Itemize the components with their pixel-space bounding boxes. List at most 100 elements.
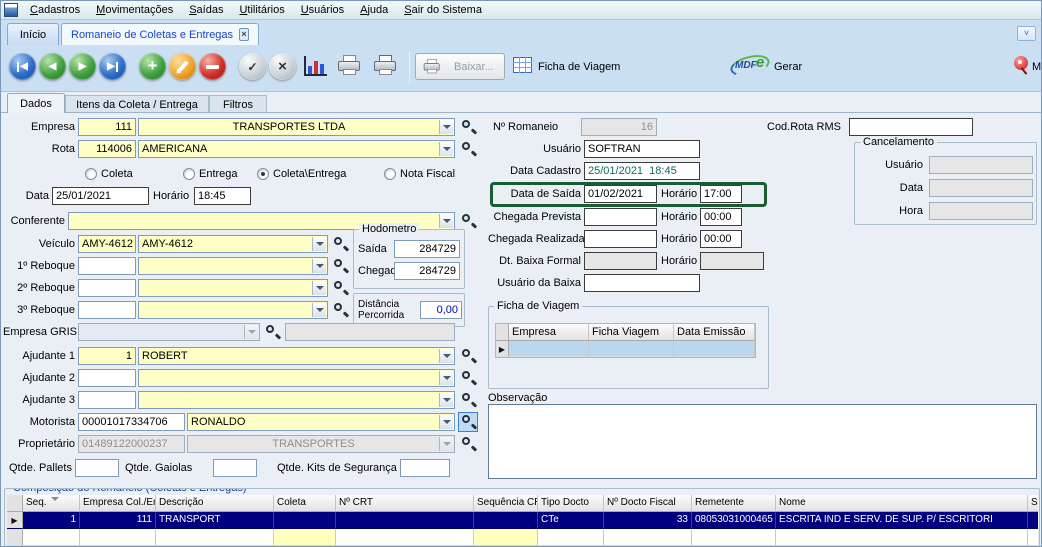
- hodometro-saida-field[interactable]: 284729: [394, 240, 460, 258]
- chevron-down-icon[interactable]: [439, 349, 453, 363]
- ajudante3-code-field[interactable]: [78, 391, 136, 409]
- chevron-down-icon[interactable]: [439, 393, 453, 407]
- reboque2-combo[interactable]: [138, 279, 328, 297]
- gerar-label[interactable]: Gerar: [774, 61, 802, 74]
- reboque1-code-field[interactable]: [78, 257, 136, 275]
- chevron-down-icon[interactable]: [439, 371, 453, 385]
- table-row-partial[interactable]: [7, 529, 1038, 546]
- menu-usuarios[interactable]: Usuários: [293, 2, 352, 18]
- table-row[interactable]: ▶ 1 111 TRANSPORT CTe 33 08053031000465 …: [7, 512, 1038, 529]
- print-preview-button[interactable]: [373, 55, 398, 76]
- motorista-combo[interactable]: RONALDO: [187, 413, 455, 431]
- header-serie[interactable]: Sé: [1028, 495, 1038, 512]
- header-coleta[interactable]: Coleta: [274, 495, 336, 512]
- chegada-prevista-horario-field[interactable]: 00:00: [700, 208, 742, 226]
- header-empresa[interactable]: Empresa Col./Ent.: [80, 495, 156, 512]
- header-nome[interactable]: Nome: [776, 495, 1028, 512]
- chevron-down-icon[interactable]: [312, 259, 326, 273]
- ficha-header-ficha[interactable]: Ficha Viagem: [589, 324, 674, 341]
- menu-sair[interactable]: Sair do Sistema: [396, 2, 490, 18]
- qtde-gaiolas-field[interactable]: [213, 459, 257, 477]
- nav-first-button[interactable]: ◀: [9, 53, 36, 80]
- subtab-itens[interactable]: Itens da Coleta / Entrega: [65, 95, 209, 113]
- print-button[interactable]: [337, 55, 362, 76]
- data-saida-field[interactable]: 01/02/2021: [584, 185, 657, 203]
- header-ndocto[interactable]: Nº Docto Fiscal: [604, 495, 692, 512]
- radio-nota-fiscal[interactable]: [384, 168, 396, 180]
- ajudante1-code-field[interactable]: 1: [78, 347, 136, 365]
- menu-saidas[interactable]: Saídas: [181, 2, 231, 18]
- menu-utilitarios[interactable]: Utilitários: [231, 2, 292, 18]
- subtab-dados[interactable]: Dados: [7, 93, 65, 113]
- mdfe-logo[interactable]: MDFe: [729, 51, 773, 79]
- ajudante2-search-icon[interactable]: [459, 369, 477, 387]
- rota-search-icon[interactable]: [459, 140, 477, 158]
- grid-icon[interactable]: [513, 57, 532, 76]
- tab-close-icon[interactable]: ×: [239, 28, 249, 41]
- observacao-textarea[interactable]: [488, 404, 1037, 479]
- ajudante1-search-icon[interactable]: [459, 347, 477, 365]
- empresa-search-icon[interactable]: [459, 118, 477, 136]
- veiculo-search-icon[interactable]: [331, 235, 349, 253]
- ajudante2-combo[interactable]: [138, 369, 455, 387]
- qtde-pallets-field[interactable]: [75, 459, 119, 477]
- chevron-down-icon[interactable]: [439, 142, 453, 156]
- cancel-button[interactable]: ×: [269, 53, 296, 80]
- tab-list-dropdown[interactable]: ˅: [1017, 26, 1036, 41]
- radio-entrega[interactable]: [183, 168, 195, 180]
- header-seqcrt[interactable]: Sequência CRT: [474, 495, 538, 512]
- radio-coleta[interactable]: [85, 168, 97, 180]
- map-pin-icon[interactable]: [1014, 56, 1028, 70]
- edit-button[interactable]: [169, 53, 196, 80]
- header-seq[interactable]: Seq.: [23, 495, 80, 512]
- chevron-down-icon[interactable]: [312, 237, 326, 251]
- ajudante3-combo[interactable]: [138, 391, 455, 409]
- subtab-filtros[interactable]: Filtros: [209, 95, 267, 113]
- reboque2-code-field[interactable]: [78, 279, 136, 297]
- chegada-realizada-field[interactable]: [584, 230, 657, 248]
- empresa-gris-search-icon[interactable]: [263, 323, 281, 341]
- veiculo-combo[interactable]: AMY-4612: [138, 235, 328, 253]
- add-button[interactable]: +: [139, 53, 166, 80]
- veiculo-code-field[interactable]: AMY-4612: [78, 235, 136, 253]
- chart-icon[interactable]: [304, 56, 327, 76]
- hodometro-chegada-field[interactable]: 284729: [394, 262, 460, 280]
- chegada-realizada-horario-field[interactable]: 00:00: [700, 230, 742, 248]
- ajudante2-code-field[interactable]: [78, 369, 136, 387]
- data-saida-horario-field[interactable]: 17:00: [700, 185, 742, 203]
- reboque3-search-icon[interactable]: [331, 301, 349, 319]
- chevron-down-icon[interactable]: [312, 303, 326, 317]
- rota-code-field[interactable]: 114006: [78, 140, 136, 158]
- reboque1-search-icon[interactable]: [331, 257, 349, 275]
- chevron-down-icon[interactable]: [439, 120, 453, 134]
- header-ncrt[interactable]: Nº CRT: [336, 495, 474, 512]
- chevron-down-icon[interactable]: [439, 415, 453, 429]
- chevron-down-icon[interactable]: [312, 281, 326, 295]
- ficha-viagem-row[interactable]: ▶: [496, 341, 755, 357]
- cod-rota-rms-field[interactable]: [849, 118, 973, 136]
- reboque3-combo[interactable]: [138, 301, 328, 319]
- motorista-search-icon[interactable]: [459, 413, 477, 431]
- nav-last-button[interactable]: ▶: [99, 53, 126, 80]
- reboque1-combo[interactable]: [138, 257, 328, 275]
- chevron-down-icon[interactable]: [439, 214, 453, 228]
- empresa-code-field[interactable]: 111: [78, 118, 136, 136]
- menu-movimentacoes[interactable]: Movimentações: [88, 2, 181, 18]
- menu-ajuda[interactable]: Ajuda: [352, 2, 396, 18]
- horario-field[interactable]: 18:45: [194, 187, 251, 205]
- qtde-kits-field[interactable]: [400, 459, 450, 477]
- filter-icon[interactable]: [51, 497, 59, 505]
- tab-romaneio[interactable]: Romaneio de Coletas e Entregas ×: [61, 23, 259, 45]
- rota-combo[interactable]: AMERICANA: [138, 140, 455, 158]
- header-tipo-docto[interactable]: Tipo Docto: [538, 495, 604, 512]
- ajudante1-combo[interactable]: ROBERT: [138, 347, 455, 365]
- ficha-viagem-toolbar-label[interactable]: Ficha de Viagem: [538, 61, 620, 74]
- header-remetente[interactable]: Remetente: [692, 495, 776, 512]
- tab-inicio[interactable]: Início: [7, 23, 59, 45]
- empresa-combo[interactable]: TRANSPORTES LTDA: [138, 118, 455, 136]
- conferente-search-icon[interactable]: [459, 212, 477, 230]
- ajudante3-search-icon[interactable]: [459, 391, 477, 409]
- delete-button[interactable]: [199, 53, 226, 80]
- motorista-code-field[interactable]: 00001017334706: [78, 413, 185, 431]
- data-field[interactable]: 25/01/2021: [52, 187, 149, 205]
